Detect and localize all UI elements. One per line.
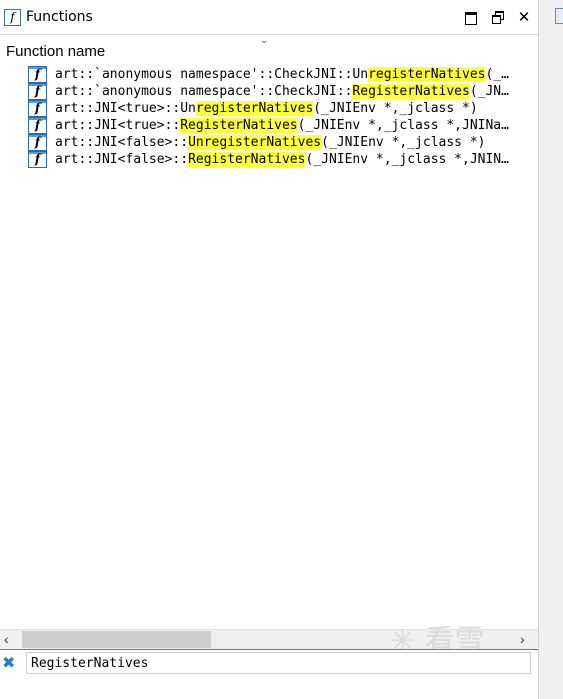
scrollbar-thumb[interactable] <box>22 631 211 648</box>
function-icon: f <box>28 117 47 134</box>
restore-icon[interactable] <box>489 9 507 27</box>
window-title: Functions <box>26 9 93 25</box>
function-icon: f <box>28 100 47 117</box>
list-item[interactable]: f art::JNI<true>::RegisterNatives(_JNIEn… <box>28 117 538 134</box>
scroll-left-icon[interactable]: ‹ <box>4 631 9 647</box>
list-item[interactable]: f art::JNI<false>::RegisterNatives(_JNIE… <box>28 151 538 168</box>
list-item[interactable]: f art::JNI<true>::UnregisterNatives(_JNI… <box>28 100 538 117</box>
function-icon: f <box>28 66 47 83</box>
function-name: art::`anonymous namespace'::CheckJNI::Un… <box>55 67 509 82</box>
function-icon: f <box>28 151 47 168</box>
function-name: art::JNI<true>::RegisterNatives(_JNIEnv … <box>55 118 509 133</box>
list-item[interactable]: f art::`anonymous namespace'::CheckJNI::… <box>28 66 538 83</box>
sort-chevron-icon: ⌄ <box>260 35 269 46</box>
function-icon: f <box>28 134 47 151</box>
horizontal-scrollbar[interactable]: ‹ › <box>0 629 538 649</box>
search-input[interactable] <box>26 652 531 674</box>
search-bar: ✖ <box>0 649 538 677</box>
panel-icon[interactable] <box>555 8 563 24</box>
function-name: art::JNI<true>::UnregisterNatives(_JNIEn… <box>55 101 478 116</box>
clear-search-icon[interactable]: ✖ <box>2 653 15 673</box>
column-header-function-name[interactable]: ⌄ Function name <box>0 35 538 63</box>
function-list: f art::`anonymous namespace'::CheckJNI::… <box>0 64 538 629</box>
function-name: art::JNI<false>::RegisterNatives(_JNIEnv… <box>55 152 509 167</box>
side-panel-strip <box>539 0 563 699</box>
function-name: art::JNI<false>::UnregisterNatives(_JNIE… <box>55 135 486 150</box>
list-item[interactable]: f art::JNI<false>::UnregisterNatives(_JN… <box>28 134 538 151</box>
maximize-icon[interactable] <box>462 9 480 27</box>
title-bar: f Functions ✕ <box>0 0 538 35</box>
function-name: art::`anonymous namespace'::CheckJNI::Re… <box>55 84 509 99</box>
function-icon: f <box>4 9 21 26</box>
scroll-right-icon[interactable]: › <box>520 631 525 647</box>
list-item[interactable]: f art::`anonymous namespace'::CheckJNI::… <box>28 83 538 100</box>
function-icon: f <box>28 83 47 100</box>
functions-panel: f Functions ✕ ⌄ Function name f art::`an… <box>0 0 539 699</box>
column-header-label: Function name <box>6 43 106 60</box>
close-icon[interactable]: ✕ <box>515 9 533 27</box>
